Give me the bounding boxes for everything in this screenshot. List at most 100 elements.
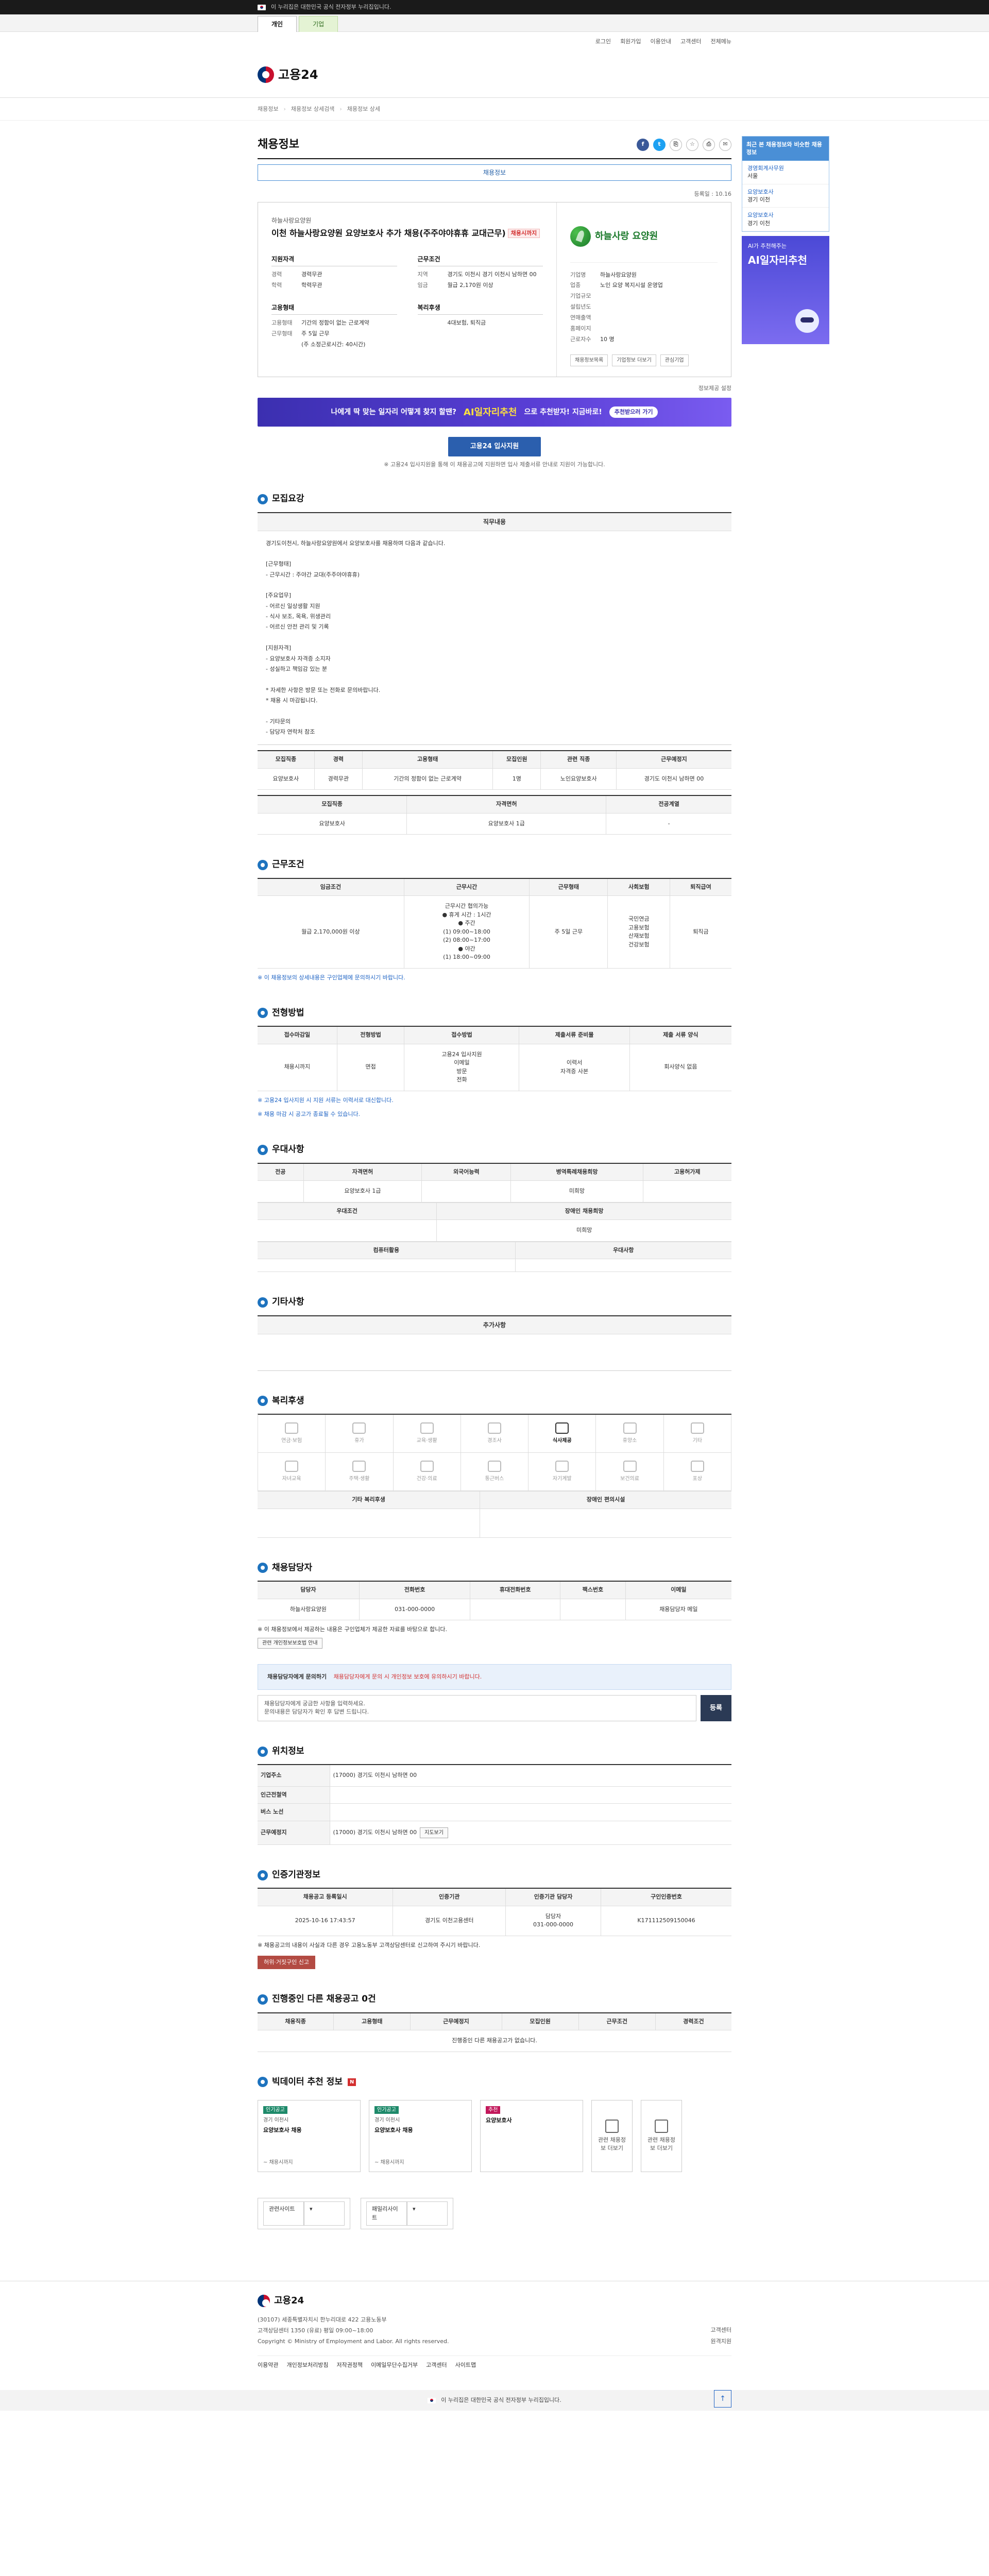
util-link[interactable]: 이용안내 (651, 38, 671, 46)
site-select-label: 관련사이트 (263, 2201, 304, 2226)
recent-job-item[interactable]: 경영회계사무원 서울 (742, 161, 829, 184)
duty-box: 직무내용 경기도이천시, 하늘사랑요양원에서 요양보호사를 채용하며 다음과 같… (258, 512, 731, 745)
table-head: 경력 (314, 750, 363, 769)
corp-row: 기업규모 (570, 291, 718, 302)
table-head: 고용허가제 (643, 1163, 731, 1181)
banner-button[interactable]: 추천받으러 가기 (609, 406, 658, 418)
more-card[interactable]: 관련 채용정보 더보기 (641, 2100, 682, 2173)
recent-job-item[interactable]: 요양보호사 경기 이천 (742, 184, 829, 208)
breadcrumb-item[interactable]: 채용정보 상세 (347, 105, 380, 114)
report-button[interactable]: 허위·거짓구인 신고 (258, 1955, 315, 1970)
footer-link[interactable]: 사이트맵 (455, 2361, 476, 2370)
print-icon[interactable]: ⎙ (703, 138, 715, 151)
location-row: 버스 노선 (258, 1803, 731, 1821)
conditions-label: 근무조건 (417, 255, 543, 266)
site-logo[interactable]: 고용24 (258, 65, 318, 84)
breadcrumb-item[interactable]: 채용정보 (258, 105, 278, 114)
employment-row-key (271, 340, 301, 350)
ai-banner[interactable]: 나에게 딱 맞는 일자리 어떻게 찾지 할땐? AI일자리추천 으로 추천받자!… (258, 398, 731, 427)
privacy-button[interactable]: 관련 개인정보보호법 안내 (258, 1637, 322, 1649)
ai-recommend-box[interactable]: AI가 추천해주는 AI일자리추천 (742, 236, 829, 345)
scroll-top-icon[interactable]: ↑ (714, 2390, 731, 2408)
bigdata-card[interactable]: 추천 요양보호사 (480, 2100, 583, 2173)
section-title: 기타사항 (258, 1296, 731, 1315)
cert-table: 채용공고 등록일시 인증기관 인증기관 담당자 구인인증번호 2025-10-16 17… (258, 1888, 731, 1936)
process-table: 접수마감일 전형방법 접수방법 제출서류 준비물 제출 서류 양식 채용시까지 면접 고용24… (258, 1026, 731, 1091)
table-head: 근무시간 (404, 878, 530, 896)
footer-link[interactable]: 개인정보처리방침 (286, 2361, 328, 2370)
gov-topbar: 이 누리집은 대한민국 공식 전자정부 누리집입니다. (0, 0, 989, 14)
footer-right-link[interactable]: 원격지원 (711, 2336, 731, 2347)
table-head: 장애인 편의시설 (480, 1491, 731, 1509)
title-row: 채용정보 f t ⎘ ☆ ⎙ ✉ (258, 136, 731, 159)
bigdata-card[interactable]: 인기공고 경기 이천시 요양보호사 채용 ~ 채용시까지 (369, 2100, 472, 2173)
footer-link[interactable]: 이메일무단수집거부 (371, 2361, 418, 2370)
table-head: 근무예정지 (616, 750, 731, 769)
facebook-share-icon[interactable]: f (637, 138, 649, 151)
employment-row-key: 근무형태 (271, 330, 293, 337)
util-link[interactable]: 로그인 (595, 38, 611, 46)
util-link[interactable]: 회원가입 (620, 38, 641, 46)
more-card[interactable]: 관련 채용정보 더보기 (591, 2100, 633, 2173)
recent-job-item[interactable]: 요양보호사 경기 이천 (742, 208, 829, 232)
section-title: 우대사항 (258, 1143, 731, 1163)
job-summary-left: 하늘사랑요양원 이천 하늘사랑요양원 요양보호사 추가 채용(주주야야휴휴 교대… (258, 202, 557, 377)
location-row: 근무예정지 (17000) 경기도 이천시 남하면 00 지도보기 (258, 1820, 731, 1845)
apply-button[interactable]: 고용24 입사지원 (448, 437, 541, 456)
table-head: 우대조건 (258, 1202, 437, 1221)
twitter-share-icon[interactable]: t (653, 138, 666, 151)
corp-row-value: 노인 요양 복지시설 운영업 (600, 282, 663, 289)
welfare-item-label: 통근버스 (485, 1476, 504, 1482)
welfare-item: 건강·의료 (393, 1453, 461, 1492)
util-link[interactable]: 전체메뉴 (711, 38, 731, 46)
site-tab[interactable]: 기업 (299, 16, 338, 32)
corp-button[interactable]: 채용정보목록 (570, 354, 608, 366)
footer-right-link[interactable]: 고객센터 (711, 2325, 731, 2336)
info-settings-link[interactable]: 정보제공 설정 (258, 384, 731, 393)
section-bullet-icon (258, 1396, 268, 1406)
link-copy-icon[interactable]: ⎘ (670, 138, 682, 151)
experience-row: 경력 경력무관 (271, 269, 397, 280)
site-tab[interactable]: 개인 (258, 16, 297, 32)
bigdata-card[interactable]: 인기공고 경기 이천시 요양보호사 채용 ~ 채용시까지 (258, 2100, 361, 2173)
table-cell: 미희망 (436, 1219, 731, 1242)
recent-job-company: 서울 (747, 173, 758, 180)
inquiry-submit-button[interactable]: 등록 (701, 1694, 731, 1721)
section-bullet-icon (258, 1008, 268, 1019)
section-title: 위치정보 (258, 1745, 731, 1765)
table-head: 전형방법 (337, 1026, 405, 1044)
corp-button[interactable]: 기업정보 더보기 (612, 354, 656, 366)
corp-row: 설립년도 (570, 302, 718, 313)
logo-mark-icon (258, 66, 274, 83)
job-title: 이천 하늘사랑요양원 요양보호사 추가 채용(주주야야휴휴 교대근무) 채용시까지 (271, 227, 543, 239)
site-select[interactable]: 패밀리사이트 ▾ (361, 2198, 453, 2230)
welfare-box: 복리후생 4대보험, 퇴직금 (417, 303, 543, 350)
card-company: 경기 이천시 (374, 2117, 400, 2123)
employment-row: 근무형태 주 5일 근무 (271, 329, 397, 340)
welfare-item: 주택·생활 (326, 1453, 394, 1492)
experience-box: 지원자격 경력 경력무관 학력 학력무관 (271, 255, 397, 291)
footer-link[interactable]: 이용약관 (258, 2361, 278, 2370)
welfare-icon (420, 1461, 434, 1472)
dday-badge: 채용시까지 (507, 229, 540, 238)
site-select[interactable]: 관련사이트 ▾ (258, 2198, 350, 2230)
inquiry-input[interactable]: 채용담당자에게 궁금한 사항을 입력하세요. 문의내용은 담당자가 확인 후 답… (258, 1694, 696, 1721)
bottom-bar: 이 누리집은 대한민국 공식 전자정부 누리집입니다. ↑ (0, 2390, 989, 2411)
corp-button[interactable]: 관심기업 (660, 354, 689, 366)
welfare-item-label: 휴가 (354, 1438, 364, 1444)
breadcrumb-item[interactable]: 채용정보 상세검색 (291, 105, 334, 114)
section-bullet-icon (258, 1563, 268, 1573)
util-link[interactable]: 고객센터 (680, 38, 701, 46)
table-head: 우대사항 (515, 1241, 731, 1260)
table-cell: 하늘사랑요양원 (258, 1598, 360, 1621)
footer-link[interactable]: 저작권정책 (336, 2361, 363, 2370)
card-badge: 인기공고 (374, 2106, 399, 2114)
mail-icon[interactable]: ✉ (719, 138, 731, 151)
star-icon[interactable]: ☆ (686, 138, 698, 151)
map-button[interactable]: 지도보기 (420, 1827, 448, 1838)
recent-jobs-box: 최근 본 채용정보와 비슷한 채용정보 경영회계사무원 서울 요양보호사 경기 이천 요… (742, 136, 829, 232)
corp-logo: 하늘사랑 요양원 (570, 216, 718, 263)
footer-link[interactable]: 고객센터 (426, 2361, 447, 2370)
table-cell (470, 1598, 561, 1621)
duty-head: 직무내용 (258, 513, 731, 531)
